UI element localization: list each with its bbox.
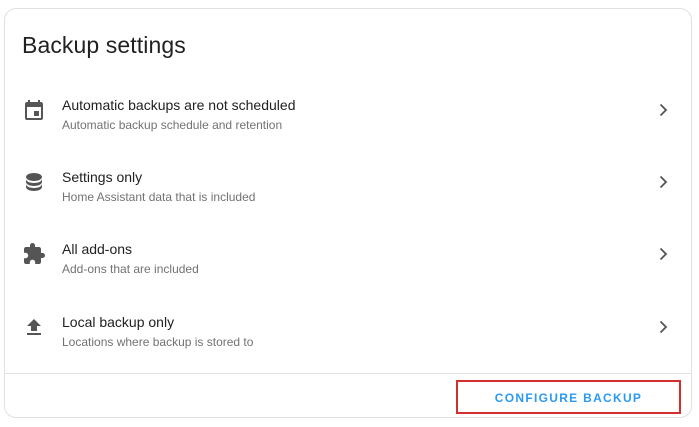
- item-title: Settings only: [62, 169, 143, 185]
- card-actions-divider: [5, 373, 691, 374]
- list-item-settings-only[interactable]: Settings only Home Assistant data that i…: [5, 147, 691, 217]
- chevron-right-icon: [655, 319, 671, 335]
- item-title: Automatic backups are not scheduled: [62, 97, 296, 113]
- chevron-right-icon: [655, 102, 671, 118]
- list-item-all-addons[interactable]: All add-ons Add-ons that are included: [5, 219, 691, 289]
- list-item-local-backup[interactable]: Local backup only Locations where backup…: [5, 292, 691, 362]
- configure-backup-settings-button[interactable]: CONFIGURE BACKUP SETTINGS: [456, 380, 681, 414]
- list-item-automatic-backups[interactable]: Automatic backups are not scheduled Auto…: [5, 75, 691, 145]
- chevron-right-icon: [655, 246, 671, 262]
- chevron-right-icon: [655, 174, 671, 190]
- item-title: All add-ons: [62, 241, 133, 257]
- item-subtitle: Add-ons that are included: [62, 262, 199, 276]
- card-title: Backup settings: [22, 32, 186, 58]
- item-subtitle: Locations where backup is stored to: [62, 335, 254, 349]
- item-title: Local backup only: [62, 314, 175, 330]
- item-subtitle: Home Assistant data that is included: [62, 190, 256, 204]
- backup-settings-card: Backup settings Automatic backups are no…: [4, 8, 692, 418]
- upload-icon: [22, 315, 46, 339]
- puzzle-icon: [22, 242, 46, 266]
- database-icon: [22, 170, 46, 194]
- item-subtitle: Automatic backup schedule and retention: [62, 118, 283, 132]
- calendar-icon: [22, 98, 46, 122]
